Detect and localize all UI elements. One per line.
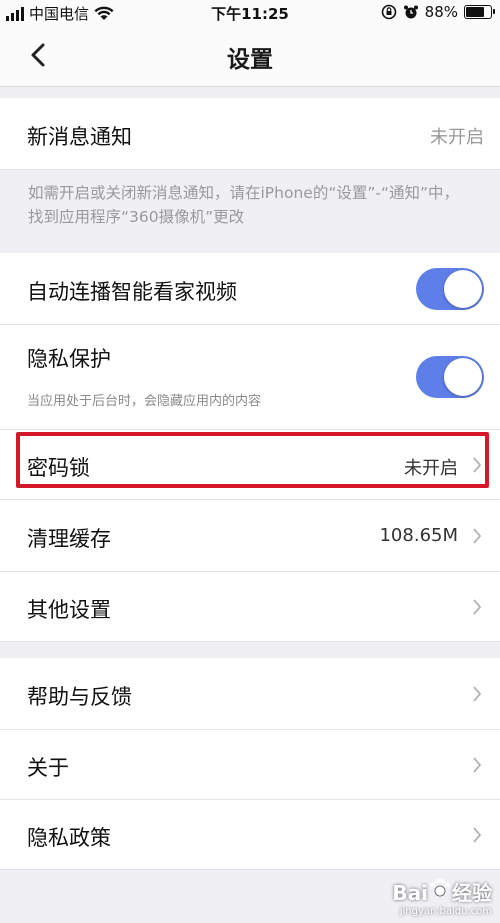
status-right: 88%	[381, 3, 495, 21]
other-settings-row[interactable]: 其他设置	[0, 572, 500, 642]
watermark-text: Bai	[392, 881, 428, 905]
toggle-knob	[444, 358, 482, 396]
chevron-right-icon	[473, 827, 482, 843]
row-label: 隐私保护	[27, 347, 111, 371]
privacy-protection-row: 隐私保护 当应用处于后台时，会隐藏应用内的内容	[0, 325, 500, 430]
paw-icon	[430, 878, 450, 897]
battery-icon	[464, 5, 495, 19]
chevron-right-icon	[473, 599, 482, 615]
notification-hint: 如需开启或关闭新消息通知，请在iPhone的“设置”-“通知”中，找到应用程序“…	[28, 184, 460, 226]
rotation-lock-icon	[381, 4, 396, 20]
about-row[interactable]: 关于	[0, 730, 500, 800]
privacy-policy-row[interactable]: 隐私政策	[0, 800, 500, 870]
autoplay-row: 自动连播智能看家视频	[0, 253, 500, 325]
row-label: 其他设置	[27, 598, 111, 622]
help-feedback-row[interactable]: 帮助与反馈	[0, 658, 500, 730]
chevron-right-icon	[473, 528, 482, 544]
status-bar: 中国电信 下午11:25 88%	[0, 0, 500, 26]
new-message-notification-row[interactable]: 新消息通知 未开启	[0, 98, 500, 170]
highlight-box	[16, 432, 489, 488]
row-label: 关于	[27, 756, 69, 780]
nav-bar: 设置	[0, 26, 500, 87]
row-label: 隐私政策	[27, 826, 111, 850]
toggle-knob	[444, 270, 482, 308]
battery-percent: 88%	[424, 3, 458, 21]
watermark-text-2: 经验	[452, 881, 492, 905]
row-label: 帮助与反馈	[27, 685, 132, 709]
privacy-toggle[interactable]	[416, 356, 484, 398]
row-value: 108.65M	[379, 525, 458, 546]
row-sublabel: 当应用处于后台时，会隐藏应用内的内容	[27, 394, 262, 409]
chevron-right-icon	[473, 686, 482, 702]
row-label: 新消息通知	[27, 125, 132, 149]
page-title: 设置	[227, 47, 273, 73]
chevron-right-icon	[473, 757, 482, 773]
autoplay-toggle[interactable]	[416, 268, 484, 310]
row-label: 清理缓存	[27, 527, 111, 551]
row-label: 自动连播智能看家视频	[27, 280, 237, 304]
row-value: 未开启	[430, 127, 484, 148]
alarm-icon	[403, 5, 418, 19]
watermark: Bai 经验 jingyan.baidu.com	[392, 876, 492, 917]
watermark-url: jingyan.baidu.com	[399, 906, 492, 917]
battery-fill	[466, 7, 484, 17]
clear-cache-row[interactable]: 清理缓存 108.65M	[0, 500, 500, 572]
